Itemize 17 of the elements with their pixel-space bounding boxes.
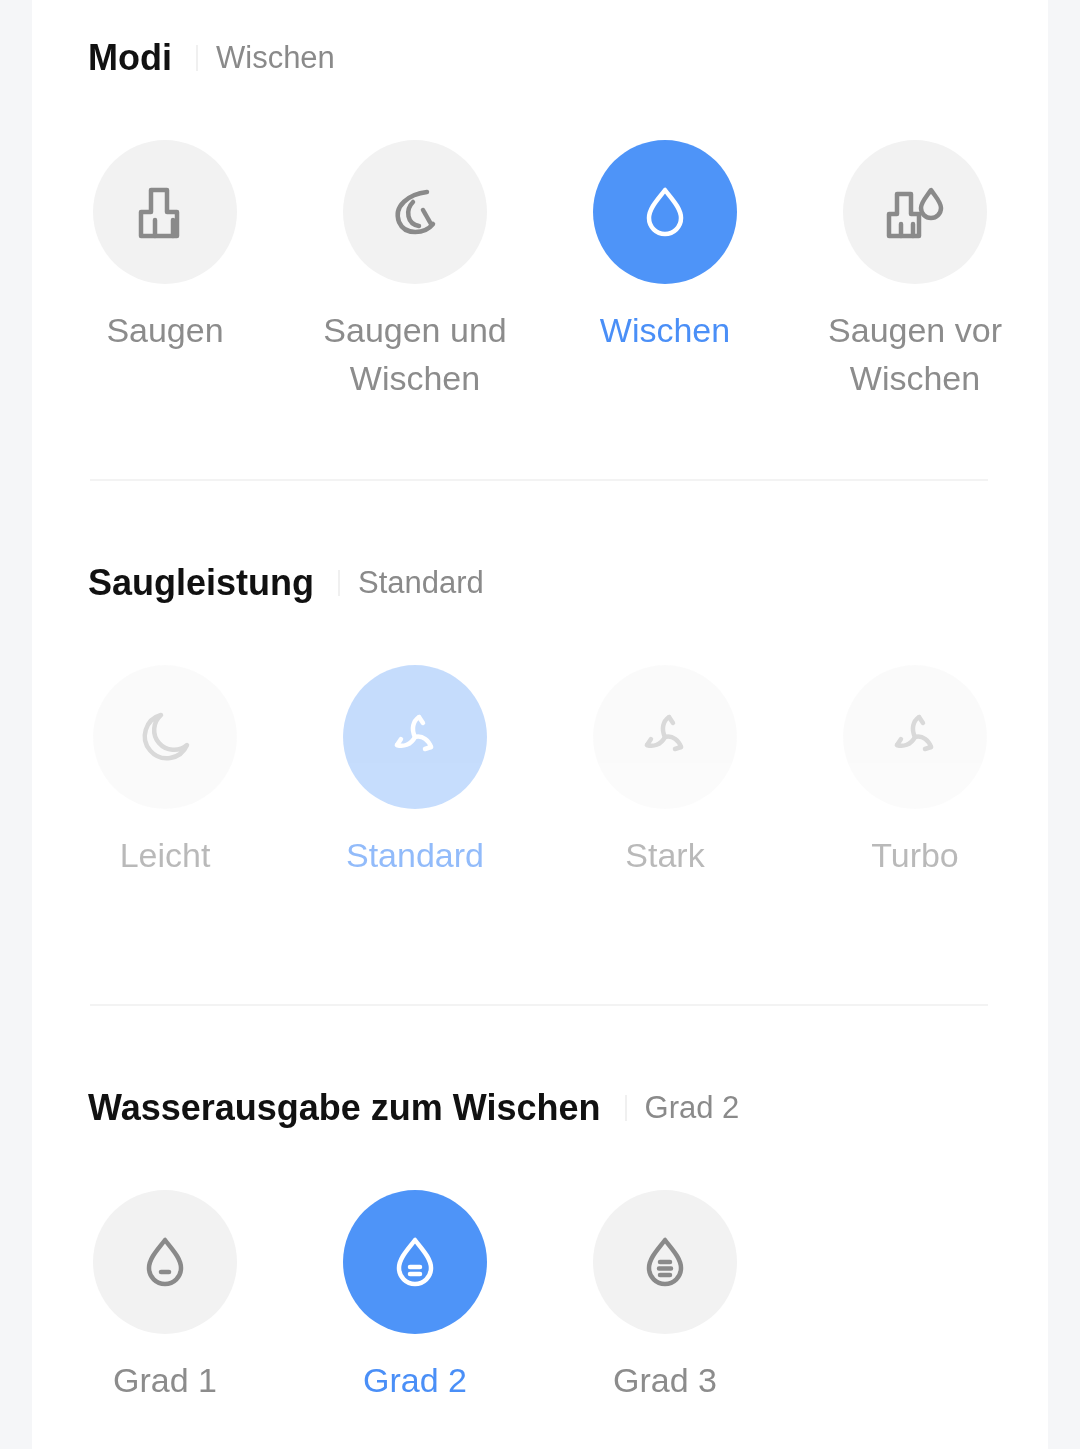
section-title: Wasserausgabe zum Wischen	[88, 1087, 601, 1129]
option-label: Stark	[624, 835, 706, 876]
section-title: Modi	[88, 37, 172, 79]
section-title: Saugleistung	[88, 562, 315, 604]
section-value: Standard	[358, 565, 484, 601]
option-label: Saugen und Wischen	[322, 310, 508, 399]
option-label: Standard	[345, 835, 485, 876]
option-label: Saugen	[105, 310, 225, 351]
option-label: Wischen	[598, 310, 732, 351]
section-value: Grad 2	[644, 1090, 740, 1126]
option-label: Grad 3	[612, 1360, 718, 1401]
option-label: Saugen vor Wischen	[827, 310, 1003, 399]
option-label: Grad 2	[362, 1360, 468, 1401]
option-label: Turbo	[870, 835, 960, 876]
option-label: Grad 1	[112, 1360, 218, 1401]
section-value: Wischen	[216, 40, 335, 76]
option-label: Leicht	[118, 835, 212, 876]
